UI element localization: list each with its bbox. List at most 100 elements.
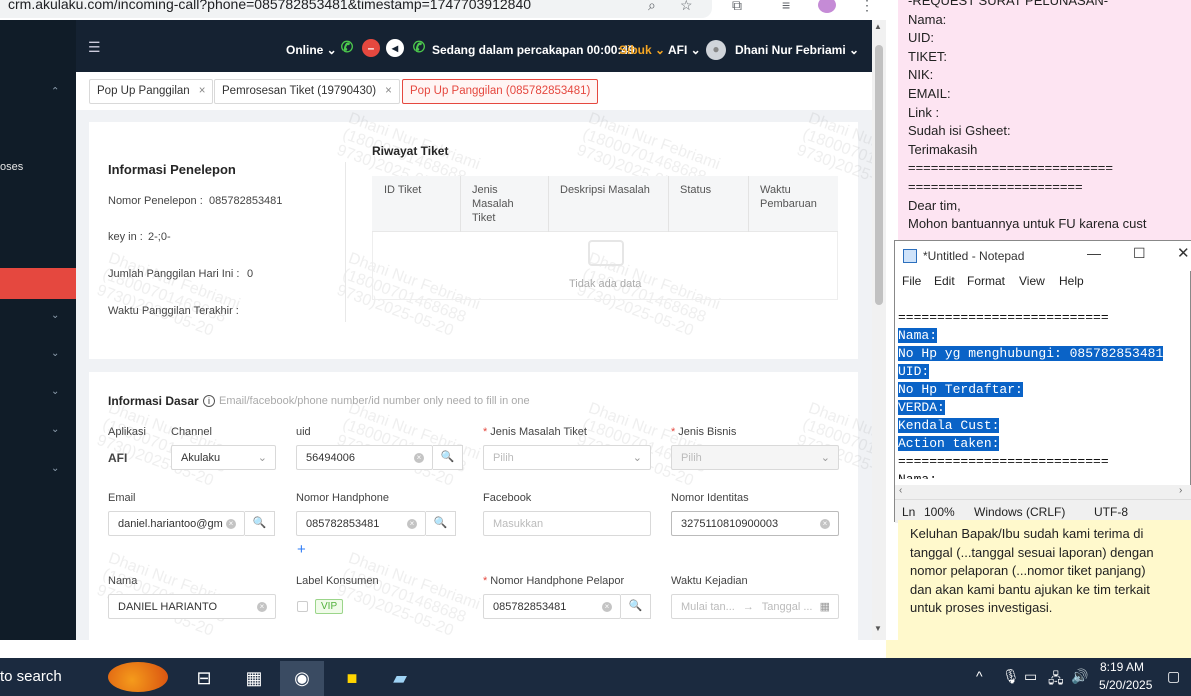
nama-input[interactable]: DANIEL HARIANTO × <box>108 594 276 619</box>
chevron-down-icon[interactable]: ⌄ <box>51 463 59 474</box>
chevron-down-icon: ⌄ <box>257 452 267 464</box>
sticky-note-bottom[interactable]: Keluhan Bapak/Ibu sudah kami terima di t… <box>898 520 1191 640</box>
hangup-icon[interactable]: – <box>362 39 380 57</box>
jenis-bisnis-select[interactable]: Pilih ⌄ <box>671 445 839 470</box>
scroll-up-icon[interactable]: ▲ <box>874 22 882 31</box>
notepad-hscrollbar[interactable]: ‹ › <box>895 485 1191 499</box>
browser-address-bar[interactable]: crm.akulaku.com/incoming-call?phone=0857… <box>0 0 886 20</box>
hp-pelapor-search-button[interactable]: 🔍 <box>621 594 651 619</box>
jenis-masalah-select[interactable]: Pilih ⌄ <box>483 445 651 470</box>
close-icon[interactable]: × <box>199 85 206 97</box>
status-encoding: UTF-8 <box>1094 505 1128 519</box>
microphone-icon[interactable]: 🎙 <box>1002 668 1020 685</box>
notepad-title: *Untitled - Notepad <box>923 249 1025 263</box>
ticket-history-title: Riwayat Tiket <box>372 144 449 158</box>
uid-search-button[interactable]: 🔍 <box>433 445 463 470</box>
chevron-down-icon[interactable]: ⌄ <box>51 386 59 397</box>
menu-edit[interactable]: Edit <box>934 274 955 288</box>
aplikasi-value: AFI <box>108 451 128 465</box>
email-input[interactable]: daniel.hariantoo@gm × <box>108 511 245 536</box>
chevron-down-icon[interactable]: ⌄ <box>51 310 59 321</box>
task-view-icon[interactable]: ⊟ <box>182 661 226 696</box>
tab-popup-panggilan-active[interactable]: Pop Up Panggilan (085782853481) <box>402 79 599 104</box>
uid-input[interactable]: 56494006 × <box>296 445 433 470</box>
chevron-down-icon[interactable]: ⌄ <box>51 348 59 359</box>
page-scrollbar[interactable]: ▲ ▼ <box>872 20 886 640</box>
minimize-icon[interactable]: — <box>1087 245 1101 261</box>
zoom-icon[interactable]: ⌕ <box>648 0 656 14</box>
menu-file[interactable]: File <box>902 274 921 288</box>
url-box[interactable]: crm.akulaku.com/incoming-call?phone=0857… <box>0 0 712 18</box>
tab-popup-panggilan[interactable]: Pop Up Panggilan × <box>89 79 214 104</box>
chrome-icon[interactable]: ◉ <box>280 661 324 696</box>
user-dropdown[interactable]: Dhani Nur Febriami ⌄ <box>735 43 859 57</box>
waktu-range-picker[interactable]: Mulai tan... → Tanggal ... ▦ <box>671 594 839 619</box>
notepad-text-area[interactable]: =========================== Nama: No Hp yg… <box>898 309 1164 479</box>
sidebar-item-label[interactable]: oses <box>0 161 23 173</box>
chevron-up-icon[interactable]: ⌄ <box>51 84 59 95</box>
end-date[interactable]: Tanggal ... <box>762 601 813 613</box>
chevron-up-icon[interactable]: ^ <box>976 668 983 684</box>
media-icon[interactable]: ≡ <box>782 0 790 13</box>
browser-menu-icon[interactable]: ⋮ <box>860 0 874 14</box>
busy-dropdown[interactable]: Sibuk ⌄ <box>619 43 665 57</box>
battery-icon[interactable]: ▭ <box>1024 668 1037 685</box>
clear-icon[interactable]: × <box>257 602 267 612</box>
close-icon[interactable]: × <box>385 85 392 97</box>
hp-search-button[interactable]: 🔍 <box>426 511 456 536</box>
hp-input[interactable]: 085782853481 × <box>296 511 426 536</box>
phone-active-icon: ✆ <box>412 39 426 56</box>
volume-icon[interactable]: 🔊 <box>1071 668 1088 685</box>
profile-avatar-icon[interactable] <box>818 0 836 13</box>
network-icon[interactable]: 🖧 <box>1048 668 1064 692</box>
nik-input[interactable]: 3275110810900003 × <box>671 511 839 536</box>
menu-help[interactable]: Help <box>1059 274 1084 288</box>
hp-pelapor-label: * Nomor Handphone Pelapor <box>483 575 625 587</box>
calls-today-label: Jumlah Panggilan Hari Ini : <box>108 268 240 280</box>
clear-icon[interactable]: × <box>602 602 612 612</box>
bookmark-star-icon[interactable]: ☆ <box>680 0 693 14</box>
scroll-left-icon[interactable]: ‹ <box>899 485 902 496</box>
clock-time[interactable]: 8:19 AM <box>1100 660 1144 674</box>
status-dropdown[interactable]: Online ⌄ <box>286 43 337 57</box>
taskbar-search[interactable]: to search <box>0 668 62 685</box>
store-icon[interactable]: ▦ <box>232 661 276 696</box>
sticky-note-top[interactable]: -REQUEST SURAT PELUNASAN- Nama: UID: TIK… <box>898 0 1191 240</box>
start-date[interactable]: Mulai tan... <box>681 601 735 613</box>
tab-pemrosesan-tiket[interactable]: Pemrosesan Tiket (19790430) × <box>214 79 400 104</box>
scroll-down-icon[interactable]: ▼ <box>874 624 882 633</box>
scrollbar-thumb[interactable] <box>875 45 883 305</box>
menu-format[interactable]: Format <box>967 274 1005 288</box>
maximize-icon[interactable]: ☐ <box>1133 245 1146 262</box>
calendar-icon[interactable]: ▦ <box>820 600 830 613</box>
app-header: ☰ Online ⌄ ✆ – ◂ ✆ Sedang dalam percakap… <box>76 20 872 72</box>
sidebar-item-active[interactable] <box>0 268 76 299</box>
menu-view[interactable]: View <box>1019 274 1045 288</box>
channel-select[interactable]: Akulaku ⌄ <box>171 445 276 470</box>
phone-answer-icon[interactable]: ✆ <box>338 39 356 57</box>
clock-date[interactable]: 5/20/2025 <box>1099 678 1152 692</box>
scroll-right-icon[interactable]: › <box>1179 485 1182 496</box>
user-avatar[interactable]: ● <box>706 40 726 60</box>
notepad-taskbar-icon[interactable]: ▰ <box>378 661 422 696</box>
hp-pelapor-input[interactable]: 085782853481 × <box>483 594 621 619</box>
email-search-button[interactable]: 🔍 <box>245 511 275 536</box>
vip-checkbox[interactable] <box>297 601 308 612</box>
add-plus-icon[interactable]: + <box>297 541 306 558</box>
url-text[interactable]: crm.akulaku.com/incoming-call?phone=0857… <box>8 0 531 12</box>
team-dropdown[interactable]: AFI ⌄ <box>668 43 701 57</box>
search-highlight-icon[interactable] <box>108 662 168 692</box>
clear-icon[interactable]: × <box>820 519 830 529</box>
close-icon[interactable]: ✕ <box>1177 244 1190 262</box>
clear-icon[interactable]: × <box>226 519 236 529</box>
clear-icon[interactable]: × <box>414 453 424 463</box>
menu-toggle-icon[interactable]: ☰ <box>88 39 101 56</box>
sticky-notes-icon[interactable]: ■ <box>330 661 374 696</box>
clear-icon[interactable]: × <box>407 519 417 529</box>
notifications-icon[interactable]: ▢ <box>1167 668 1180 685</box>
extensions-icon[interactable]: ⧉ <box>732 0 742 14</box>
transfer-icon[interactable]: ◂ <box>386 39 404 57</box>
facebook-input[interactable]: Masukkan <box>483 511 651 536</box>
chevron-down-icon[interactable]: ⌄ <box>51 424 59 435</box>
notepad-titlebar[interactable]: *Untitled - Notepad — ☐ ✕ <box>895 241 1191 271</box>
